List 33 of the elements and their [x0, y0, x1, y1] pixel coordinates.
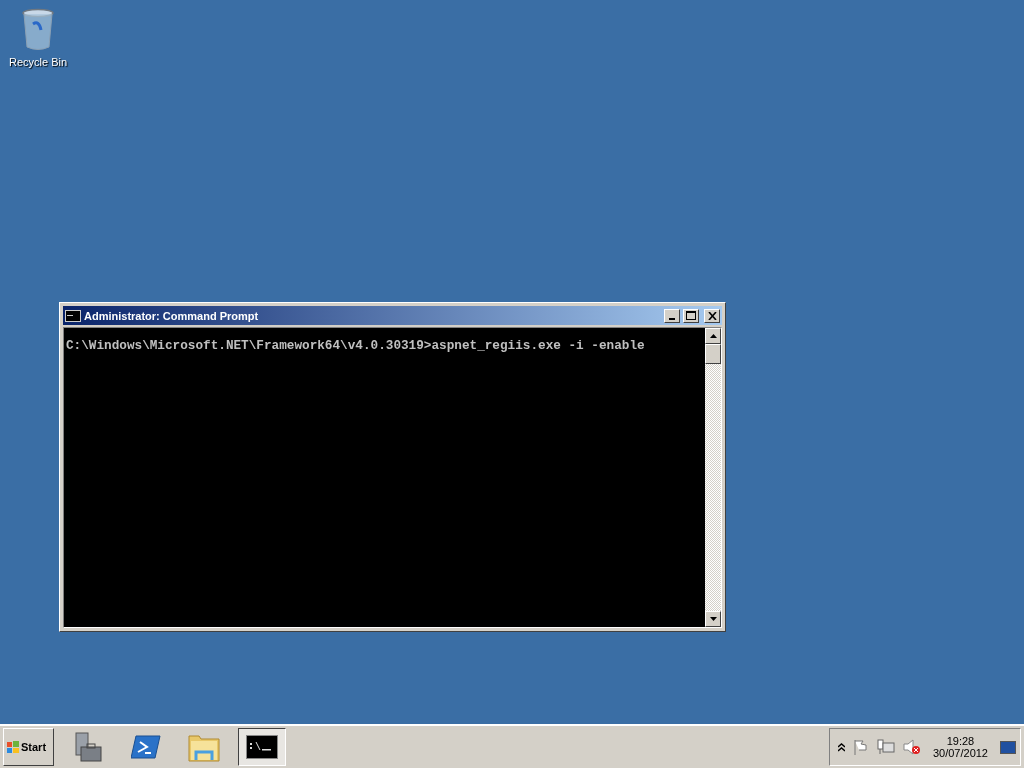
- folder-icon: [188, 732, 220, 762]
- minimize-icon: [669, 317, 675, 320]
- maximize-button[interactable]: [683, 308, 699, 323]
- server-toolbox-icon: [73, 731, 103, 763]
- scroll-down-button[interactable]: [705, 611, 721, 627]
- minimize-button[interactable]: [664, 308, 680, 323]
- window-title: Administrator: Command Prompt: [84, 309, 260, 322]
- muted-speaker-icon[interactable]: [902, 739, 921, 755]
- clock[interactable]: 19:28 30/07/2012: [928, 735, 992, 759]
- flag-icon[interactable]: [852, 739, 869, 755]
- console-area[interactable]: C:\Windows\Microsoft.NET\Framework64\v4.0.30319>aspnet_regiis.exe -i -enable: [64, 328, 705, 627]
- show-desktop-icon[interactable]: [1000, 740, 1016, 754]
- network-icon[interactable]: [876, 739, 895, 755]
- down-arrow-icon: [709, 617, 717, 621]
- close-icon: [707, 311, 717, 320]
- maximize-icon: [686, 311, 696, 320]
- taskbar-app-button[interactable]: [238, 728, 286, 766]
- vertical-scrollbar[interactable]: [705, 328, 721, 627]
- up-arrow-icon: [709, 334, 717, 338]
- chevron-up-icon[interactable]: [837, 742, 845, 752]
- console-window-icon: [65, 309, 81, 322]
- scroll-thumb[interactable]: [705, 344, 721, 364]
- console-window-icon: [246, 735, 278, 759]
- console-line: C:\Windows\Microsoft.NET\Framework64\v4.0.30319>aspnet_regiis.exe -i -enable: [66, 338, 646, 353]
- start-button[interactable]: Start: [3, 728, 54, 766]
- prompt-arrow-icon: [131, 734, 161, 760]
- clock-time: 19:28: [946, 735, 975, 747]
- scroll-up-button[interactable]: [705, 328, 721, 344]
- clock-date: 30/07/2012: [932, 747, 988, 759]
- close-button[interactable]: [704, 308, 720, 323]
- windows-logo-icon: [6, 740, 20, 754]
- desktop-icon-label[interactable]: Recycle Bin: [8, 56, 68, 68]
- recycle-bin-icon[interactable]: [21, 8, 55, 52]
